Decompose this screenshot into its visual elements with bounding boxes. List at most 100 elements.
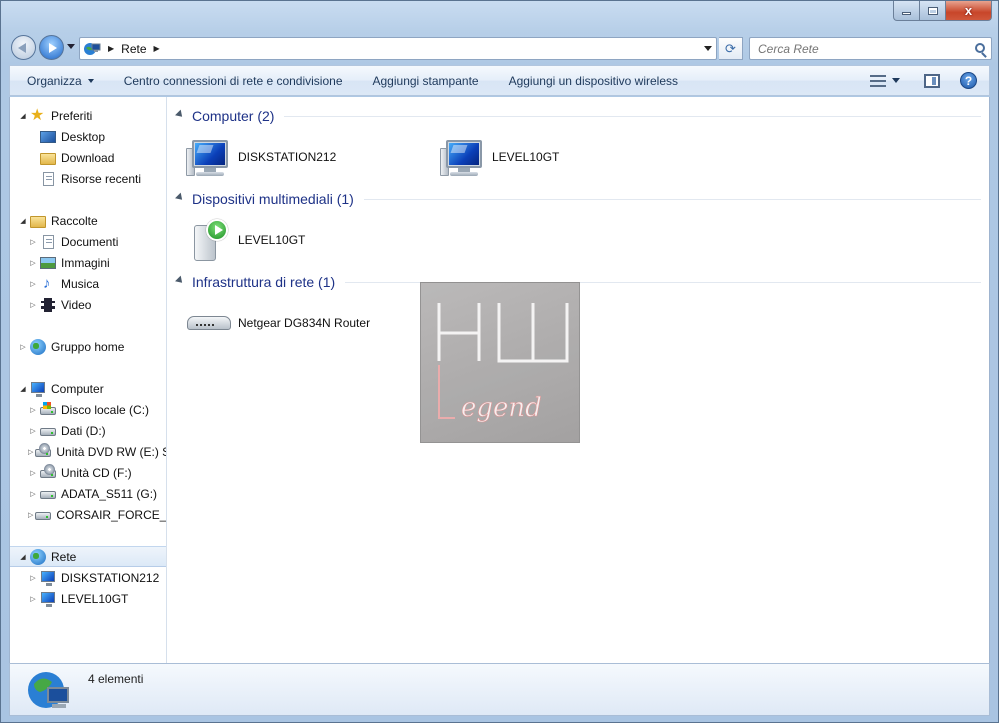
details-pane: 4 elementi [9, 663, 990, 716]
computer-icon [40, 591, 56, 607]
minimize-button[interactable] [893, 1, 920, 21]
tree-favorites[interactable]: ◢ ★ Preferiti [10, 105, 166, 126]
group-header-infrastructure[interactable]: Infrastruttura di rete (1) [175, 272, 989, 292]
tree-item-drive-f[interactable]: ▷ Unità CD (F:) [10, 462, 166, 483]
address-bar[interactable]: ▶ Rete ▶ [79, 37, 717, 60]
recent-pages-dropdown[interactable] [67, 44, 75, 49]
expand-arrow-icon[interactable]: ▷ [28, 301, 38, 309]
tree-label: Unità CD (F:) [61, 465, 132, 480]
tree-label: Musica [61, 276, 100, 291]
tree-item-drive-g[interactable]: ▷ ADATA_S511 (G:) [10, 483, 166, 504]
tree-label: Preferiti [51, 108, 93, 123]
media-device-icon [186, 217, 232, 263]
expand-arrow-icon[interactable]: ▷ [28, 238, 38, 246]
search-icon[interactable] [975, 43, 985, 53]
computer-icon [40, 570, 56, 586]
expand-arrow-icon[interactable]: ◢ [18, 217, 28, 225]
network-center-button[interactable]: Centro connessioni di rete e condivision… [109, 66, 358, 95]
desktop-icon [40, 129, 56, 145]
tree-item-level10gt[interactable]: ▷ LEVEL10GT [10, 588, 166, 609]
watermark-logo: egend [437, 303, 569, 423]
forward-button[interactable] [39, 35, 64, 60]
item-count: 4 elementi [88, 672, 144, 686]
libraries-icon [30, 213, 46, 229]
tree-item-drive-d[interactable]: ▷ Dati (D:) [10, 420, 166, 441]
download-folder-icon [40, 150, 56, 166]
tree-label: CORSAIR_FORCE_GT [56, 507, 167, 522]
add-printer-button[interactable]: Aggiungi stampante [358, 66, 494, 95]
item-label: Netgear DG834N Router [238, 316, 371, 330]
expand-arrow-icon[interactable]: ▷ [28, 490, 38, 498]
item-label: LEVEL10GT [492, 150, 560, 164]
breadcrumb-chevron-icon[interactable]: ▶ [108, 44, 114, 53]
infrastructure-item-router[interactable]: Netgear DG834N Router [186, 299, 370, 347]
help-icon[interactable]: ? [960, 72, 977, 89]
watermark-text: egend [461, 393, 542, 423]
hard-drive-icon [35, 507, 52, 523]
tree-label: ADATA_S511 (G:) [61, 486, 158, 501]
back-button[interactable] [11, 35, 36, 60]
expand-arrow-icon[interactable]: ▷ [28, 427, 38, 435]
tree-item-music[interactable]: ▷ ♪ Musica [10, 273, 166, 294]
organize-button[interactable]: Organizza [10, 66, 109, 95]
tree-item-recent[interactable]: Risorse recenti [10, 168, 166, 189]
tree-label: Dati (D:) [61, 423, 106, 438]
search-box[interactable] [749, 37, 992, 60]
expand-arrow-icon[interactable]: ▷ [28, 448, 33, 456]
expand-arrow-icon[interactable]: ▷ [18, 343, 28, 351]
tree-item-pictures[interactable]: ▷ Immagini [10, 252, 166, 273]
tree-item-documents[interactable]: ▷ Documenti [10, 231, 166, 252]
tree-item-drive-c[interactable]: ▷ Disco locale (C:) [10, 399, 166, 420]
expand-arrow-icon[interactable]: ◢ [18, 553, 28, 561]
expand-arrow-icon[interactable]: ▷ [28, 595, 38, 603]
tree-item-desktop[interactable]: Desktop [10, 126, 166, 147]
tree-network[interactable]: ◢ Rete [10, 546, 166, 567]
breadcrumb-rete[interactable]: Rete [121, 42, 146, 56]
tree-item-drive-h[interactable]: ▷ CORSAIR_FORCE_GT [10, 504, 167, 525]
tree-computer[interactable]: ◢ Computer [10, 378, 166, 399]
expand-arrow-icon[interactable]: ▷ [28, 574, 38, 582]
network-icon [28, 672, 69, 708]
collapse-arrow-icon[interactable] [175, 109, 185, 120]
navigation-pane: ◢ ★ Preferiti Desktop Download Risorse r… [10, 97, 167, 663]
tree-libraries[interactable]: ◢ Raccolte [10, 210, 166, 231]
expand-arrow-icon[interactable]: ◢ [18, 112, 28, 120]
group-header-computer[interactable]: Computer (2) [175, 106, 989, 126]
add-printer-label: Aggiungi stampante [372, 73, 479, 88]
tree-item-diskstation[interactable]: ▷ DISKSTATION212 [10, 567, 166, 588]
network-item-level10gt[interactable]: LEVEL10GT [440, 133, 559, 181]
expand-arrow-icon[interactable]: ▷ [28, 511, 33, 519]
tree-label: Gruppo home [51, 339, 125, 354]
close-button[interactable]: x [946, 1, 992, 21]
collapse-arrow-icon[interactable] [175, 275, 185, 286]
computer-icon [186, 134, 232, 180]
collapse-arrow-icon[interactable] [175, 192, 185, 203]
media-item-level10gt[interactable]: LEVEL10GT [186, 216, 305, 264]
tree-homegroup[interactable]: ▷ Gruppo home [10, 336, 166, 357]
address-history-dropdown[interactable] [704, 46, 712, 51]
view-options-dropdown[interactable] [892, 78, 900, 83]
network-item-diskstation[interactable]: DISKSTATION212 [186, 133, 336, 181]
tree-label: Video [61, 297, 92, 312]
maximize-button[interactable] [920, 1, 946, 21]
refresh-button[interactable]: ⟳ [719, 37, 743, 60]
router-icon [186, 300, 232, 346]
tree-item-video[interactable]: ▷ Video [10, 294, 166, 315]
expand-arrow-icon[interactable]: ▷ [28, 259, 38, 267]
expand-arrow-icon[interactable]: ▷ [28, 469, 38, 477]
group-divider [363, 198, 981, 200]
group-header-media[interactable]: Dispositivi multimediali (1) [175, 189, 989, 209]
expand-arrow-icon[interactable]: ▷ [28, 280, 38, 288]
preview-pane-icon[interactable] [924, 73, 940, 88]
tree-item-drive-e[interactable]: ▷ Unità DVD RW (E:) Sy [10, 441, 166, 462]
tree-item-download[interactable]: Download [10, 147, 166, 168]
recent-places-icon [40, 171, 56, 187]
hard-drive-icon [40, 486, 56, 502]
breadcrumb-chevron-icon[interactable]: ▶ [154, 44, 160, 53]
organize-label: Organizza [27, 73, 82, 88]
expand-arrow-icon[interactable]: ▷ [28, 406, 38, 414]
expand-arrow-icon[interactable]: ◢ [18, 385, 28, 393]
search-input[interactable] [758, 39, 958, 59]
add-wireless-device-button[interactable]: Aggiungi un dispositivo wireless [494, 66, 693, 95]
change-view-icon[interactable] [870, 74, 886, 88]
